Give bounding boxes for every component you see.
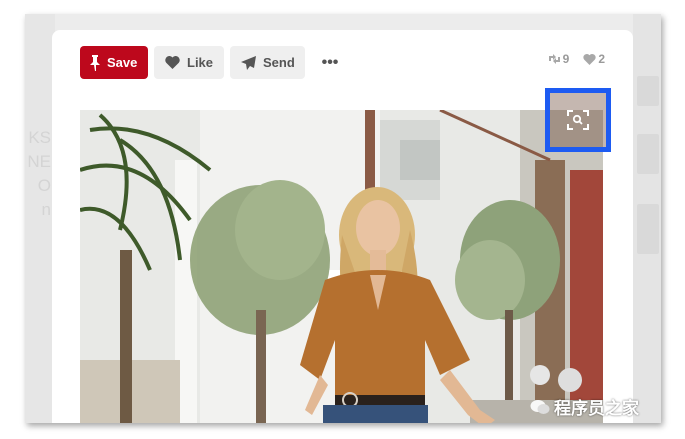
save-button-label: Save <box>107 55 138 70</box>
watermark-text: 程序员之家 <box>554 399 639 418</box>
heart-icon <box>165 56 180 69</box>
background-text: n <box>41 200 51 219</box>
pin-image[interactable] <box>80 110 603 423</box>
paper-plane-icon <box>241 55 256 70</box>
heart-count-icon <box>583 53 596 65</box>
background-text: O <box>37 176 51 195</box>
like-count[interactable]: 2 <box>583 52 605 66</box>
pin-toolbar: Save Like Send ••• 9 2 <box>80 46 605 80</box>
background-page-left: KS NE O n <box>25 14 55 423</box>
like-button[interactable]: Like <box>154 46 224 79</box>
background-block <box>637 76 659 106</box>
like-count-value: 2 <box>598 52 605 66</box>
pushpin-icon <box>90 54 100 71</box>
repin-count-value: 9 <box>562 52 570 66</box>
watermark: 程序员之家 <box>530 394 639 419</box>
like-button-label: Like <box>187 55 214 70</box>
wechat-logo-icon <box>530 399 550 414</box>
send-button-label: Send <box>263 55 295 70</box>
send-button[interactable]: Send <box>230 46 305 79</box>
background-block <box>637 134 659 174</box>
visual-search-button[interactable] <box>545 88 611 152</box>
background-text: KS <box>28 128 51 147</box>
background-text: NE <box>27 152 51 171</box>
screenshot-frame: KS NE O n Save Like Send ••• 9 2 <box>25 14 661 423</box>
more-options-button[interactable]: ••• <box>316 46 344 79</box>
repin-count[interactable]: 9 <box>548 52 570 66</box>
save-button[interactable]: Save <box>80 46 148 79</box>
pin-photo-illustration <box>80 110 603 423</box>
pin-stats: 9 2 <box>548 52 605 66</box>
pin-count-icon <box>548 54 560 64</box>
visual-search-icon <box>567 110 589 130</box>
background-block <box>637 204 659 254</box>
background-page-right <box>633 14 661 423</box>
